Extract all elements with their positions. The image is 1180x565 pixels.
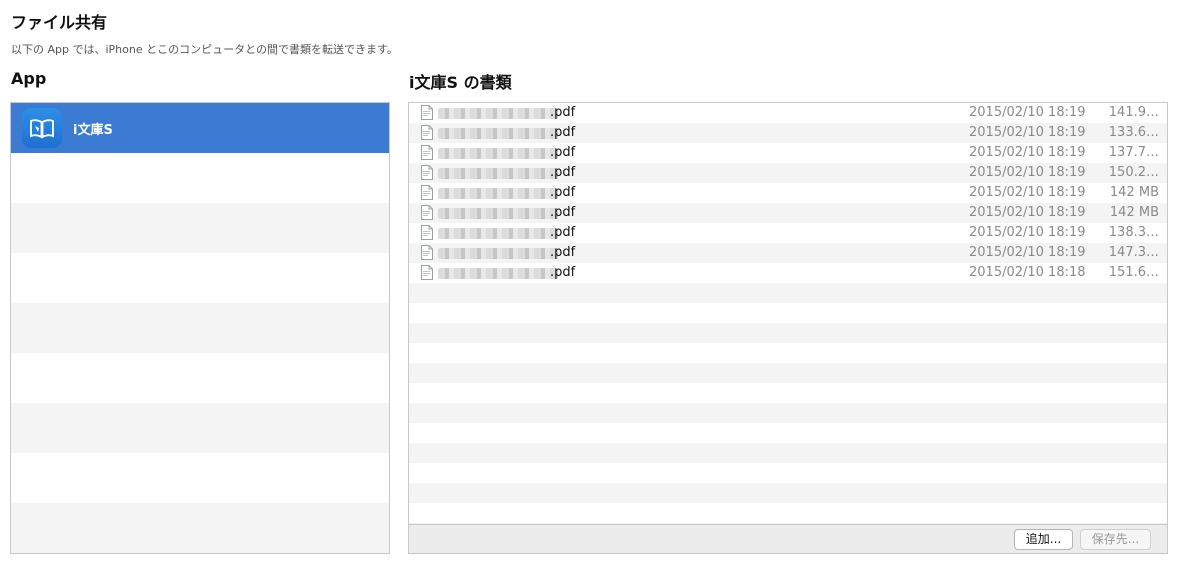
file-size: 147.3… (1108, 245, 1159, 260)
file-extension: .pdf (550, 225, 576, 240)
file-extension: .pdf (550, 165, 576, 180)
file-date: 2015/02/10 18:19 (969, 145, 1086, 160)
pdf-file-icon (421, 185, 433, 200)
document-list[interactable]: .pdf 2015/02/10 18:19 141.9… .pdf 2015/02/10… (409, 103, 1167, 524)
pdf-file-icon (421, 125, 433, 140)
blurred-file-name (438, 128, 558, 139)
file-size: 142 MB (1109, 205, 1159, 220)
document-row[interactable]: .pdf 2015/02/10 18:18 151.6… (409, 263, 1167, 283)
app-row-ibunko[interactable]: i文庫S (11, 103, 389, 153)
file-extension: .pdf (550, 105, 576, 120)
pdf-file-icon (421, 265, 433, 280)
file-size: 138.3… (1108, 225, 1159, 240)
document-row[interactable]: .pdf 2015/02/10 18:19 141.9… (409, 103, 1167, 123)
file-extension: .pdf (550, 145, 576, 160)
blurred-file-name (438, 188, 558, 199)
add-button[interactable]: 追加... (1014, 529, 1073, 550)
file-date: 2015/02/10 18:19 (969, 165, 1086, 180)
document-row[interactable]: .pdf 2015/02/10 18:19 138.3… (409, 223, 1167, 243)
documents-panel: .pdf 2015/02/10 18:19 141.9… .pdf 2015/02/10… (408, 102, 1168, 554)
documents-heading: i文庫S の書類 (409, 73, 512, 92)
blurred-file-name (438, 228, 558, 239)
file-date: 2015/02/10 18:19 (969, 225, 1086, 240)
file-extension: .pdf (550, 245, 576, 260)
pdf-file-icon (421, 165, 433, 180)
pdf-file-icon (421, 245, 433, 260)
file-date: 2015/02/10 18:19 (969, 245, 1086, 260)
save-to-button[interactable]: 保存先... (1080, 529, 1151, 550)
app-list[interactable]: i文庫S (10, 102, 390, 554)
page-subtitle: 以下の App では、iPhone とこのコンピュータとの間で書類を転送できます… (11, 43, 398, 56)
file-size: 142 MB (1109, 185, 1159, 200)
file-extension: .pdf (550, 185, 576, 200)
file-size: 137.7… (1108, 145, 1159, 160)
file-date: 2015/02/10 18:19 (969, 105, 1086, 120)
apps-heading: App (11, 69, 47, 88)
pdf-file-icon (421, 205, 433, 220)
page-title: ファイル共有 (11, 13, 108, 32)
file-date: 2015/02/10 18:19 (969, 205, 1086, 220)
file-size: 150.2… (1108, 165, 1159, 180)
file-size: 151.6… (1108, 265, 1159, 280)
document-row[interactable]: .pdf 2015/02/10 18:19 150.2… (409, 163, 1167, 183)
blurred-file-name (438, 168, 558, 179)
file-size: 133.6… (1108, 125, 1159, 140)
document-row[interactable]: .pdf 2015/02/10 18:19 137.7… (409, 143, 1167, 163)
file-date: 2015/02/10 18:19 (969, 185, 1086, 200)
pdf-file-icon (421, 225, 433, 240)
book-app-icon (22, 108, 62, 148)
file-date: 2015/02/10 18:19 (969, 125, 1086, 140)
document-row[interactable]: .pdf 2015/02/10 18:19 142 MB (409, 183, 1167, 203)
blurred-file-name (438, 148, 558, 159)
documents-footer: 追加... 保存先... (409, 524, 1167, 553)
document-row[interactable]: .pdf 2015/02/10 18:19 147.3… (409, 243, 1167, 263)
blurred-file-name (438, 108, 558, 119)
app-name: i文庫S (73, 122, 113, 138)
blurred-file-name (438, 208, 558, 219)
blurred-file-name (438, 248, 558, 259)
pdf-file-icon (421, 105, 433, 120)
file-date: 2015/02/10 18:18 (969, 265, 1086, 280)
pdf-file-icon (421, 145, 433, 160)
file-extension: .pdf (550, 205, 576, 220)
document-row[interactable]: .pdf 2015/02/10 18:19 133.6… (409, 123, 1167, 143)
document-row[interactable]: .pdf 2015/02/10 18:19 142 MB (409, 203, 1167, 223)
file-extension: .pdf (550, 265, 576, 280)
file-size: 141.9… (1108, 105, 1159, 120)
blurred-file-name (438, 268, 558, 279)
file-extension: .pdf (550, 125, 576, 140)
